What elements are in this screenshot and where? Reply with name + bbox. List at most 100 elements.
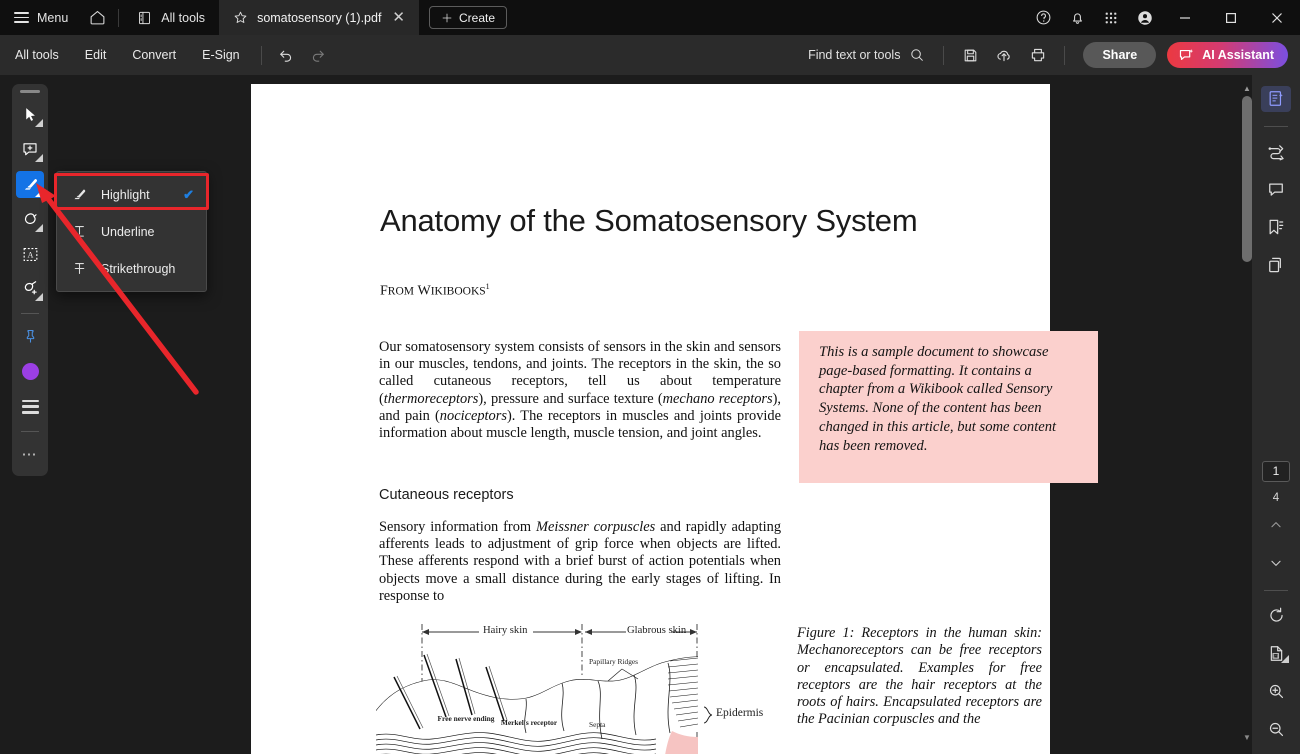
highlight-tool-menu: Highlight ✔ Underline Strikethrough (56, 171, 207, 292)
scroll-down-icon[interactable]: ▼ (1242, 733, 1252, 742)
divider (1264, 125, 1288, 127)
document-tab[interactable]: somatosensory (1).pdf ✕ (219, 0, 419, 35)
figure-label-septa: Septa (589, 720, 606, 729)
rotate-button[interactable] (1261, 603, 1291, 629)
ai-sparkle-icon (1180, 48, 1194, 60)
divider (21, 313, 39, 315)
figure-label-merkels-receptor: Merkel's receptor (500, 718, 558, 727)
divider (1064, 45, 1066, 65)
chevron-down-icon (35, 188, 43, 197)
body-paragraph-1: Our somatosensory system consists of sen… (379, 339, 781, 442)
toolbar-edit[interactable]: Edit (72, 35, 120, 75)
window-close-icon[interactable] (1254, 0, 1300, 35)
ellipsis-icon: ⋯ (21, 446, 39, 464)
more-tools[interactable]: ⋯ (16, 441, 44, 468)
bookmarks-panel[interactable] (1261, 214, 1291, 240)
toolbar-esign[interactable]: E-Sign (189, 35, 253, 75)
chevron-down-icon (1281, 655, 1289, 664)
vertical-scrollbar[interactable]: ▲ ▼ (1242, 84, 1252, 744)
search-icon (911, 49, 924, 61)
zoom-out-button[interactable] (1261, 716, 1291, 742)
ai-assistant-button[interactable]: AI Assistant (1167, 42, 1288, 68)
erase-tool[interactable] (16, 276, 44, 303)
pdf-page: Anatomy of the Somatosensory System FROM… (251, 84, 1098, 754)
svg-text:A: A (27, 250, 33, 259)
divider (943, 45, 945, 65)
total-pages-label: 4 (1272, 491, 1280, 504)
scroll-up-icon[interactable]: ▲ (1242, 84, 1252, 93)
next-page-button[interactable] (1261, 550, 1291, 576)
bell-icon[interactable] (1060, 0, 1094, 35)
toolbar-convert[interactable]: Convert (119, 35, 189, 75)
find-label: Find text or tools (808, 48, 901, 62)
toolbar-all-tools[interactable]: All tools (0, 35, 72, 75)
rotate-clockwise-icon (1269, 607, 1283, 622)
organize-pages-tool[interactable] (1261, 139, 1291, 165)
redo-icon[interactable] (302, 40, 334, 70)
ai-label: AI Assistant (1202, 48, 1274, 62)
cloud-upload-icon[interactable] (988, 40, 1020, 70)
text-select-tool[interactable]: A (16, 241, 44, 268)
minimize-icon[interactable] (1162, 0, 1208, 35)
divider (260, 45, 262, 65)
hamburger-icon (14, 12, 29, 23)
zoom-in-button[interactable] (1261, 678, 1291, 704)
comments-panel[interactable] (1261, 177, 1291, 203)
menu-item-strikethrough[interactable]: Strikethrough (57, 250, 206, 287)
highlighter-icon (74, 189, 86, 200)
home-icon[interactable] (80, 0, 114, 35)
prev-page-button[interactable] (1261, 512, 1291, 538)
find-field[interactable]: Find text or tools (808, 47, 933, 63)
save-icon[interactable] (954, 40, 986, 70)
menu-item-highlight[interactable]: Highlight ✔ (57, 176, 206, 213)
draw-tool[interactable] (16, 206, 44, 233)
skin-diagram: Hairy skin Glabrous skin Papillary Ridge… (376, 619, 776, 754)
export-pdf-tool[interactable] (1261, 86, 1291, 112)
chevron-down-icon (35, 223, 43, 232)
thickness-tool[interactable] (16, 393, 44, 420)
section-heading: Cutaneous receptors (379, 487, 514, 503)
account-avatar-icon[interactable] (1128, 0, 1162, 35)
callout-box: This is a sample document to showcase pa… (799, 331, 1098, 483)
select-tool[interactable] (16, 101, 44, 128)
apps-grid-icon[interactable] (1094, 0, 1128, 35)
color-swatch[interactable] (16, 358, 44, 385)
chevron-down-icon (35, 153, 43, 162)
document-viewport[interactable]: Anatomy of the Somatosensory System FROM… (48, 75, 1252, 754)
zoom-in-icon (1269, 684, 1283, 698)
menu-button[interactable]: Menu (0, 0, 80, 35)
chevron-down-icon (35, 293, 43, 302)
star-icon (234, 11, 247, 23)
share-label: Share (1102, 48, 1138, 62)
print-icon[interactable] (1022, 40, 1054, 70)
all-tools-label: All tools (161, 10, 206, 25)
scrollbar-thumb[interactable] (1242, 96, 1252, 262)
figure-label-papillary-ridges: Papillary Ridges (589, 657, 639, 666)
figure-label-free-nerve-ending: Free nerve ending (437, 714, 495, 723)
undo-icon[interactable] (270, 40, 302, 70)
main-toolbar: All tools Edit Convert E-Sign Find text … (0, 35, 1300, 75)
plus-icon (442, 13, 452, 22)
create-button[interactable]: Create (429, 6, 508, 29)
copy-pages-tool[interactable] (1261, 252, 1291, 278)
help-circle-icon[interactable] (1026, 0, 1060, 35)
page-view-button[interactable]: 1:1 (1261, 640, 1291, 666)
all-tools-button[interactable]: All tools (123, 0, 219, 35)
underline-icon (75, 226, 84, 237)
close-icon[interactable]: ✕ (390, 10, 407, 25)
current-page-field[interactable]: 1 (1262, 460, 1290, 482)
menu-item-underline[interactable]: Underline (57, 213, 206, 250)
menu-label: Menu (37, 10, 69, 25)
create-label: Create (459, 10, 496, 25)
lines-icon (21, 399, 39, 414)
title-bar: Menu All tools somatosensory (1).pdf ✕ C… (0, 0, 1300, 35)
comment-tool[interactable] (16, 136, 44, 163)
drag-handle[interactable] (20, 90, 40, 93)
page-title: Anatomy of the Somatosensory System (380, 203, 918, 238)
stamp-tool[interactable] (16, 323, 44, 350)
maximize-icon[interactable] (1208, 0, 1254, 35)
share-button[interactable]: Share (1083, 42, 1157, 68)
highlight-tool[interactable] (16, 170, 44, 198)
chevron-up-icon (1271, 522, 1281, 528)
divider (118, 8, 120, 27)
